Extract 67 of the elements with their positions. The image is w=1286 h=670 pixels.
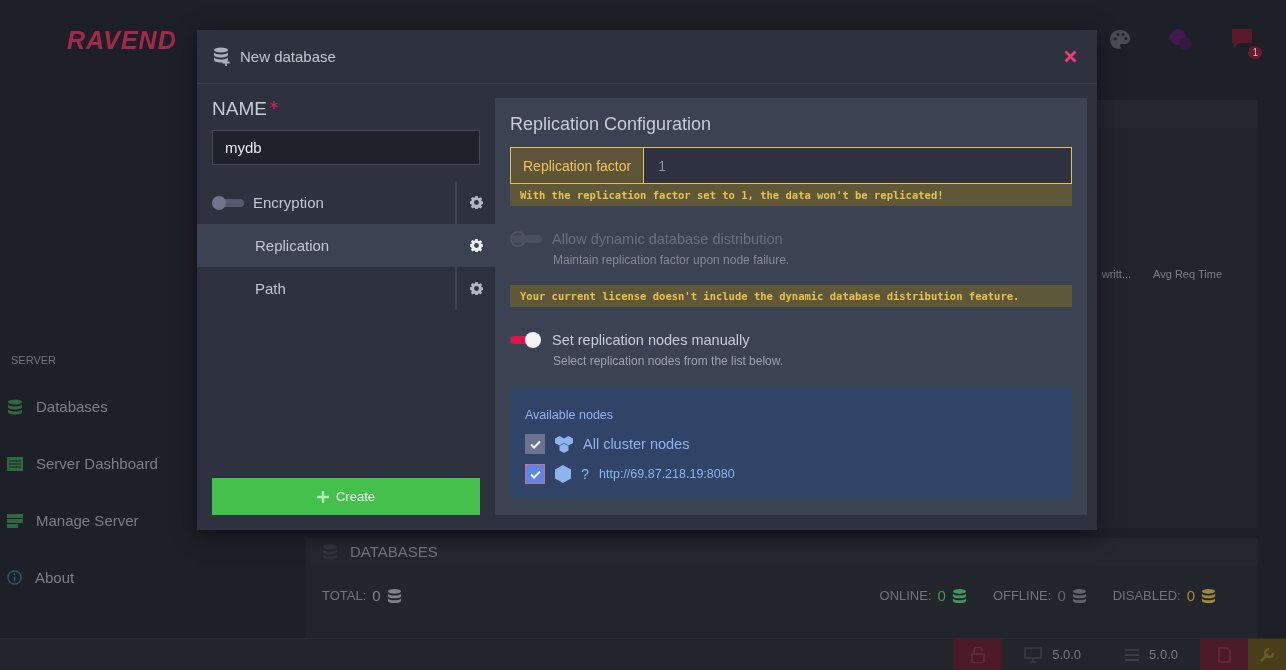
check-icon [529,469,541,479]
logo[interactable]: RAVEND [67,25,177,55]
checkbox[interactable] [525,464,545,484]
panel-title: Available nodes [525,408,615,422]
warning-message: With the replication factor set to 1, the data won't be replicated! [510,184,1072,206]
option-hint: Select replication nodes from the list below. [553,354,785,368]
close-icon [1064,50,1077,63]
section-tab[interactable]: Path [197,267,455,310]
count-value: 0 [1186,587,1195,604]
info-icon [7,570,22,585]
database-icon [1071,587,1087,604]
checkbox[interactable] [525,434,545,454]
notification-icon [1230,27,1254,49]
sidebar-item[interactable]: About [35,569,75,586]
option-hint: Maintain replication factor upon node failure. [553,253,791,267]
wrench-icon [1259,646,1275,663]
column-header: writt... [1101,268,1132,280]
sidebar-item[interactable]: Databases [36,398,108,415]
warning-message: Your current license doesn't include the dynamic database distribution feature. [510,285,1072,307]
close-button[interactable] [1064,50,1077,63]
document-icon [1217,646,1231,663]
count-value: 0 [372,587,381,604]
check-icon [529,439,541,449]
database-add-icon [213,47,230,66]
section-tab[interactable]: Replication [197,224,455,267]
dashboard-icon [7,456,23,471]
count-value: 0 [1057,587,1066,604]
database-icon [1201,587,1216,604]
node-icon [555,465,571,483]
settings-icon [469,239,483,252]
palette-icon [1108,28,1132,52]
sidebar-item[interactable]: Server Dashboard [36,455,158,472]
dialog-title: New database [240,48,336,65]
list-icon [1125,648,1140,661]
count-label: OFFLINE: [992,588,1052,603]
notification-badge: 1 [1248,46,1262,59]
field-label: NAME [212,98,267,120]
name-field[interactable]: mydb [212,130,480,165]
panel-title: DATABASES [350,543,438,560]
cluster-icon [555,435,573,453]
node-url: http://69.87.218.19:8080 [599,467,735,481]
circles-icon [1168,27,1194,53]
database-icon [951,587,967,604]
plus-icon [317,490,329,503]
section-heading: SERVER [10,354,58,366]
node-label: All cluster nodes [583,436,690,452]
sidebar-item[interactable]: Manage Server [36,512,139,529]
toggle-switch[interactable] [510,332,544,348]
column-header: Avg Req Time [1153,268,1222,280]
option-label: Set replication nodes manually [552,332,750,348]
count-label: ONLINE: [879,588,932,603]
section-tab[interactable]: Encryption [197,181,455,224]
node-tag: ? [581,466,590,482]
settings-icon [469,282,483,295]
server-icon [7,512,23,529]
version-text: 5.0.0 [1149,647,1178,662]
required-icon [269,101,278,109]
create-button[interactable]: Create [212,478,480,515]
count-label: DISABLED: [1112,588,1181,603]
settings-icon [469,196,483,209]
version-text: 5.0.0 [1052,647,1082,662]
count-value: 0 [937,587,946,604]
count-label: TOTAL: [322,588,367,603]
database-icon [7,398,23,415]
section-title: Replication Configuration [510,114,713,135]
lock-icon [971,646,986,663]
database-icon [386,587,402,604]
